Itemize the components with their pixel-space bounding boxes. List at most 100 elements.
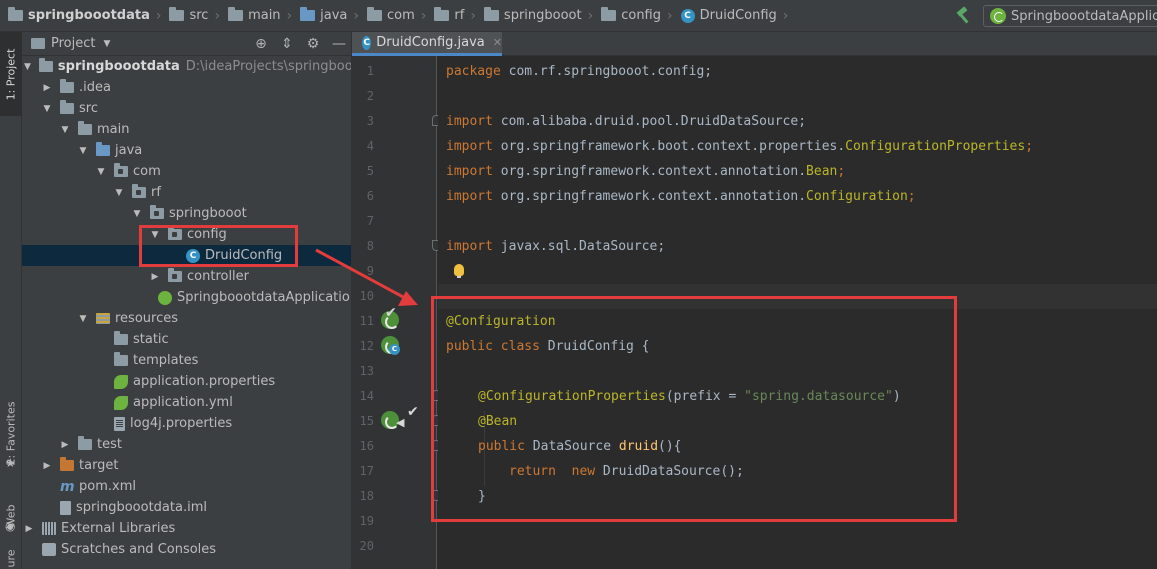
arrow-left-icon: ◀	[396, 416, 405, 429]
tree-item-com[interactable]: ▼ com	[22, 161, 351, 182]
tree-item-rf[interactable]: ▼ rf	[22, 182, 351, 203]
tree-item-springboootdataapplication[interactable]: SpringboootdataApplication	[22, 287, 351, 308]
collapse-arrow-icon[interactable]: ▶	[60, 440, 70, 450]
navigation-bar: springboootdata › src › main › java › co…	[0, 0, 1157, 32]
line-number: 7	[366, 214, 374, 228]
module-folder-icon	[38, 58, 53, 72]
folder-icon	[169, 7, 185, 21]
package-icon	[114, 163, 128, 177]
line-number: 19	[359, 514, 374, 528]
expand-arrow-icon[interactable]: ▼	[96, 167, 106, 177]
line-number: 8	[366, 239, 374, 253]
gear-icon[interactable]: ⚙	[305, 36, 321, 52]
expand-arrow-icon[interactable]: ▼	[60, 125, 70, 135]
tree-item-log4j-properties[interactable]: log4j.properties	[22, 413, 351, 434]
breadcrumb-src[interactable]: src ›	[161, 0, 220, 32]
source-folder-icon	[96, 142, 110, 156]
folder-icon	[31, 38, 45, 49]
tree-item-springbooot[interactable]: ▼ springbooot	[22, 203, 351, 224]
tree-item-static[interactable]: static	[22, 329, 351, 350]
collapse-arrow-icon[interactable]: ▶	[24, 524, 34, 534]
module-file-icon	[60, 500, 71, 515]
breadcrumb-rf[interactable]: rf ›	[426, 0, 476, 32]
editor-tab-druidconfig[interactable]: C DruidConfig.java ✕	[352, 32, 502, 56]
collapse-arrow-icon[interactable]: ▶	[42, 461, 52, 471]
collapse-all-icon[interactable]: ⇕	[279, 36, 295, 52]
globe-icon: ◉	[5, 519, 16, 533]
line-number: 17	[359, 464, 374, 478]
line-number: 13	[359, 364, 374, 378]
locate-target-icon[interactable]: ⊕	[253, 36, 269, 52]
expand-arrow-icon[interactable]: ▼	[114, 188, 124, 198]
tree-item-idea[interactable]: ▶ .idea	[22, 77, 351, 98]
folder-icon	[228, 7, 244, 21]
expand-arrow-icon[interactable]: ▼	[42, 104, 52, 114]
line-number: 15	[359, 414, 374, 428]
class-icon: C	[389, 344, 400, 355]
package-icon	[434, 7, 450, 21]
package-icon	[483, 7, 499, 21]
tree-item-java[interactable]: ▼ java	[22, 140, 351, 161]
tree-item-resources[interactable]: ▼ resources	[22, 308, 351, 329]
chevron-down-icon[interactable]: ▼	[103, 39, 110, 49]
tree-item-scratches[interactable]: Scratches and Consoles	[22, 539, 351, 560]
folder-icon	[78, 121, 92, 135]
breadcrumb-druidconfig[interactable]: C DruidConfig ›	[673, 0, 789, 32]
breadcrumb-config[interactable]: config ›	[593, 0, 673, 32]
close-icon[interactable]: ✕	[493, 36, 502, 49]
checkmark-icon: ✔	[407, 404, 419, 420]
code-line-4[interactable]: import org.springframework.boot.context.…	[446, 134, 1033, 159]
collapse-arrow-icon[interactable]: ▶	[150, 272, 160, 282]
editor-gutter[interactable]: 1 2 3 4 5 6 7 8 9 10 11 12 13 14 15 16 1…	[352, 56, 441, 569]
class-icon: C	[362, 35, 372, 50]
hide-panel-icon[interactable]: —	[331, 36, 347, 52]
code-line-8[interactable]: import javax.sql.DataSource;	[446, 234, 665, 259]
tree-item-src[interactable]: ▼ src	[22, 98, 351, 119]
line-number: 12	[359, 339, 374, 353]
maven-icon	[60, 480, 74, 494]
lightbulb-icon[interactable]	[454, 264, 464, 278]
annotation-highlight-box-tree	[139, 225, 298, 267]
tree-item-iml[interactable]: springboootdata.iml	[22, 497, 351, 518]
tool-window-web-tab[interactable]: Web	[0, 487, 22, 545]
breadcrumb-project[interactable]: springboootdata ›	[0, 0, 161, 32]
tree-item-application-yml[interactable]: application.yml	[22, 392, 351, 413]
project-panel-header: Project ▼ ⊕ ⇕ ⚙ —	[22, 32, 351, 56]
code-line-6[interactable]: import org.springframework.context.annot…	[446, 184, 916, 209]
tree-item-pom-xml[interactable]: pom.xml	[22, 476, 351, 497]
breadcrumb-main[interactable]: main ›	[220, 0, 292, 32]
code-line-3[interactable]: import com.alibaba.druid.pool.DruidDataS…	[446, 109, 806, 134]
expand-arrow-icon[interactable]: ▼	[132, 209, 142, 219]
project-view-selector[interactable]: Project	[51, 36, 95, 51]
package-icon	[601, 7, 617, 21]
tree-item-application-properties[interactable]: application.properties	[22, 371, 351, 392]
tool-window-project-tab[interactable]: 1: Project	[0, 32, 22, 116]
line-number: 5	[366, 164, 374, 178]
line-number: 4	[366, 139, 374, 153]
tree-item-controller[interactable]: ▶ controller	[22, 266, 351, 287]
code-line-1[interactable]: package com.rf.springbooot.config;	[446, 59, 712, 84]
package-icon	[168, 268, 182, 282]
line-number: 16	[359, 439, 374, 453]
run-configuration-selector[interactable]: SpringboootdataApplication	[983, 5, 1157, 27]
tree-item-templates[interactable]: templates	[22, 350, 351, 371]
tree-item-main[interactable]: ▼ main	[22, 119, 351, 140]
resources-folder-icon	[96, 313, 110, 324]
breadcrumb-java[interactable]: java ›	[292, 0, 359, 32]
tree-item-external-libraries[interactable]: ▶ External Libraries	[22, 518, 351, 539]
tree-item-test[interactable]: ▶ test	[22, 434, 351, 455]
expand-arrow-icon[interactable]: ▼	[24, 62, 31, 72]
collapse-arrow-icon[interactable]: ▶	[42, 83, 52, 93]
chevron-right-icon: ›	[782, 7, 789, 24]
expand-arrow-icon[interactable]: ▼	[78, 146, 88, 156]
tree-item-springboootdata[interactable]: ▼ springboootdata D:\ideaProjects\spring…	[22, 56, 351, 77]
code-line-5[interactable]: import org.springframework.context.annot…	[446, 159, 845, 184]
build-hammer-icon[interactable]	[955, 8, 971, 24]
tree-item-target[interactable]: ▶ target	[22, 455, 351, 476]
tool-window-structure-tab[interactable]: ure	[0, 547, 22, 569]
breadcrumb-springbooot[interactable]: springbooot ›	[476, 0, 593, 32]
breadcrumb-com[interactable]: com ›	[359, 0, 426, 32]
folder-icon	[8, 7, 23, 21]
package-icon	[367, 7, 383, 21]
expand-arrow-icon[interactable]: ▼	[78, 314, 88, 324]
